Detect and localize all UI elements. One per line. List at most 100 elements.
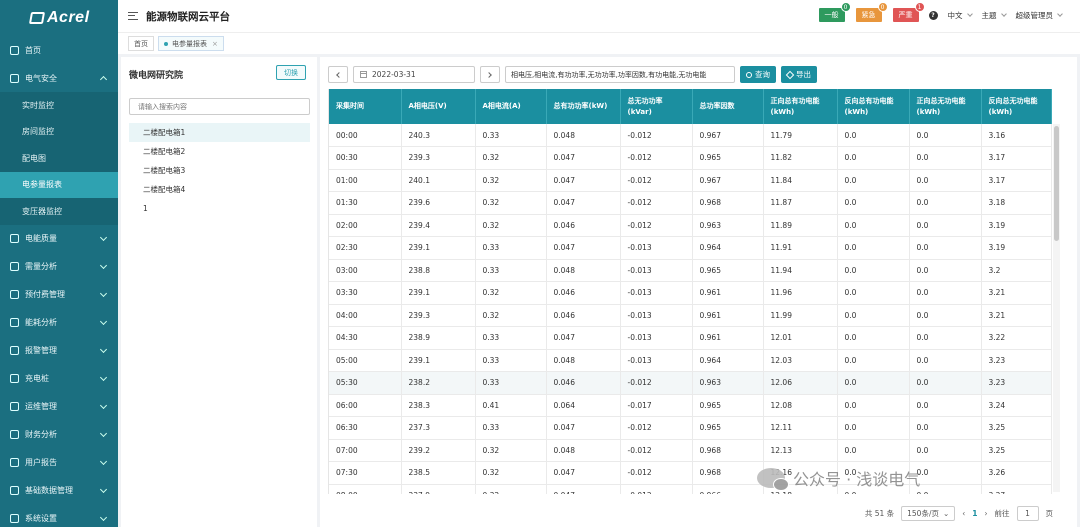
table-cell: 11.84 xyxy=(763,169,838,192)
table-cell: 0.0 xyxy=(837,281,910,305)
column-header: 反向总无功电能(kWh) xyxy=(981,89,1052,124)
table-row[interactable]: 08:00237.90.320.047-0.0120.96612.180.00.… xyxy=(329,484,1052,494)
alert-button[interactable]: 一般 0 xyxy=(818,2,851,22)
table-cell: 0.0 xyxy=(909,304,982,327)
page-suffix: 页 xyxy=(1045,509,1054,518)
table-cell: 0.0 xyxy=(909,259,982,282)
date-picker[interactable]: 2022-03-31 xyxy=(353,66,475,83)
tab-home[interactable]: 首页 xyxy=(128,36,154,51)
sidebar-item-12[interactable]: 系统设置 xyxy=(0,505,118,527)
table-row[interactable]: 00:30 239.3 0.32 0.047 -0.012 0.965 11.82 0.0 0.… xyxy=(329,146,1052,170)
switch-button[interactable]: 切换 xyxy=(276,65,306,80)
sidebar-item-2[interactable]: 电能质量 xyxy=(0,225,118,253)
chevron-icon xyxy=(99,401,108,409)
theme-select[interactable]: 主题 xyxy=(982,10,1007,21)
table-scrollbar[interactable] xyxy=(1053,124,1060,492)
sidebar-item-11[interactable]: 基础数据管理 xyxy=(0,477,118,505)
table-cell: -0.012 xyxy=(620,439,693,462)
monitor-icon xyxy=(10,45,19,55)
table-row[interactable]: 05:00 239.1 0.33 0.048 -0.013 0.964 12.03 0.0 0.… xyxy=(329,349,1052,372)
page-size-value: 150条/页 xyxy=(907,509,939,518)
alert-button[interactable]: 紧急 0 xyxy=(855,2,888,22)
goto-page-input[interactable]: 1 xyxy=(1016,506,1039,521)
chevron-icon xyxy=(99,373,108,381)
close-icon[interactable]: × xyxy=(212,40,218,48)
next-date-button[interactable] xyxy=(480,66,500,83)
sidebar-subitem[interactable]: 电参量报表 xyxy=(0,171,118,198)
query-button[interactable]: 查询 xyxy=(740,66,776,83)
table-cell: 0.046 xyxy=(546,304,621,327)
table-cell: 0.33 xyxy=(475,326,547,350)
tree-node[interactable]: 二楼配电箱4 xyxy=(129,180,310,199)
tree-search-input[interactable] xyxy=(129,98,310,115)
table-row[interactable]: 06:00 238.3 0.41 0.064 -0.017 0.965 12.08 0.0 0.… xyxy=(329,394,1052,417)
sidebar-item-5[interactable]: 能耗分析 xyxy=(0,309,118,337)
sidebar-item-3[interactable]: 需量分析 xyxy=(0,253,118,281)
sidebar-item-8[interactable]: 运维管理 xyxy=(0,393,118,421)
chevron-down-icon xyxy=(1057,10,1063,17)
table-cell: 239.3 xyxy=(401,146,476,170)
sidebar-item-6[interactable]: 报警管理 xyxy=(0,337,118,365)
export-button[interactable]: 导出 xyxy=(781,66,817,83)
user-menu[interactable]: 超级管理员 xyxy=(1016,10,1063,21)
table-cell: 0.0 xyxy=(909,236,982,260)
table-cell: -0.013 xyxy=(620,349,693,372)
sidebar-item-4[interactable]: 预付费管理 xyxy=(0,281,118,309)
sidebar-subitem[interactable]: 配电图 xyxy=(0,145,118,172)
table-cell: 0.963 xyxy=(692,371,764,395)
table-cell: 0.32 xyxy=(475,484,547,494)
table-row[interactable]: 06:30 237.3 0.33 0.047 -0.012 0.965 12.11 0.0 0.… xyxy=(329,416,1052,440)
table-row[interactable]: 04:30 238.9 0.33 0.047 -0.013 0.961 12.01 0.0 0.… xyxy=(329,326,1052,350)
prev-date-button[interactable] xyxy=(328,66,348,83)
tree-node[interactable]: 二楼配电箱3 xyxy=(129,161,310,180)
app-title: 能源物联网云平台 xyxy=(146,10,230,23)
table-row[interactable]: 04:00 239.3 0.32 0.046 -0.013 0.961 11.99 0.0 0.… xyxy=(329,304,1052,327)
table-cell: 0.0 xyxy=(837,236,910,260)
tree-node[interactable]: 二楼配电箱2 xyxy=(129,142,310,161)
table-row[interactable]: 07:30238.50.320.047-0.0120.96812.160.00.… xyxy=(329,461,1052,485)
table-row[interactable]: 00:00 240.3 0.33 0.048 -0.012 0.967 11.79 0.0 0.… xyxy=(329,124,1052,147)
help-icon[interactable]: ? xyxy=(928,10,938,20)
brand-logo[interactable]: Acrel xyxy=(0,0,118,36)
sidebar-item-label: 基础数据管理 xyxy=(25,486,73,495)
table-row[interactable]: 02:30 239.1 0.33 0.047 -0.013 0.964 11.91 0.0 0.… xyxy=(329,236,1052,260)
alert-button[interactable]: 严重 1 xyxy=(892,2,925,22)
tab-report[interactable]: 电参量报表 × xyxy=(158,36,224,51)
sidebar-item-10[interactable]: 用户报告 xyxy=(0,449,118,477)
sidebar-item-label: 报警管理 xyxy=(25,346,57,355)
sidebar-item-0[interactable]: 首页 xyxy=(0,36,118,64)
tree-node[interactable]: 1 xyxy=(129,199,310,218)
page-size-select[interactable]: 150条/页 ⌄ xyxy=(901,506,956,521)
gear-icon xyxy=(10,514,19,523)
table-row[interactable]: 01:00 240.1 0.32 0.047 -0.012 0.967 11.84 0.0 0.… xyxy=(329,169,1052,192)
sidebar-item-label: 充电桩 xyxy=(25,374,49,383)
table-row[interactable]: 02:00 239.4 0.32 0.046 -0.012 0.963 11.89 0.0 0.… xyxy=(329,214,1052,237)
table-cell: 12.03 xyxy=(763,349,838,372)
sidebar-item-9[interactable]: 财务分析 xyxy=(0,421,118,449)
sidebar-item-7[interactable]: 充电桩 xyxy=(0,365,118,393)
table-row[interactable]: 03:00 238.8 0.33 0.048 -0.013 0.965 11.94 0.0 0.… xyxy=(329,259,1052,282)
next-page-button[interactable]: › xyxy=(985,509,988,518)
sidebar-subitem[interactable]: 变压器监控 xyxy=(0,198,118,225)
param-select[interactable]: 相电压,相电流,有功功率,无功功率,功率因数,有功电能,无功电能 xyxy=(505,66,735,83)
sidebar-subitem[interactable]: 实时监控 xyxy=(0,92,118,119)
table-cell: -0.012 xyxy=(620,461,693,485)
sidebar-subitem[interactable]: 房间监控 xyxy=(0,118,118,145)
column-header: A相电压(V) xyxy=(401,89,476,124)
table-row[interactable]: 01:30 239.6 0.32 0.047 -0.012 0.968 11.87 0.0 0.… xyxy=(329,191,1052,215)
table-row[interactable]: 05:30 238.2 0.33 0.046 -0.012 0.963 12.06 0.0 0.… xyxy=(329,371,1052,395)
total-count: 共 51 条 xyxy=(864,509,895,518)
current-page[interactable]: 1 xyxy=(972,509,977,518)
table-cell: 0.0 xyxy=(837,124,910,147)
table-cell: 04:00 xyxy=(329,304,402,327)
menu-fold-icon[interactable] xyxy=(128,12,138,20)
table-row[interactable]: 07:00 239.2 0.32 0.048 -0.012 0.968 12.13 0.0 0.… xyxy=(329,439,1052,462)
table-cell: 0.0 xyxy=(909,416,982,440)
scrollbar-thumb[interactable] xyxy=(1054,126,1059,241)
prev-page-button[interactable]: ‹ xyxy=(962,509,965,518)
tree-node[interactable]: 二楼配电箱1 xyxy=(129,123,310,142)
language-select[interactable]: 中文 xyxy=(948,10,973,21)
table-cell: 0.32 xyxy=(475,146,547,170)
table-row[interactable]: 03:30 239.1 0.32 0.046 -0.013 0.961 11.96 0.0 0.… xyxy=(329,281,1052,305)
sidebar-item-1[interactable]: 电气安全 xyxy=(0,64,118,92)
